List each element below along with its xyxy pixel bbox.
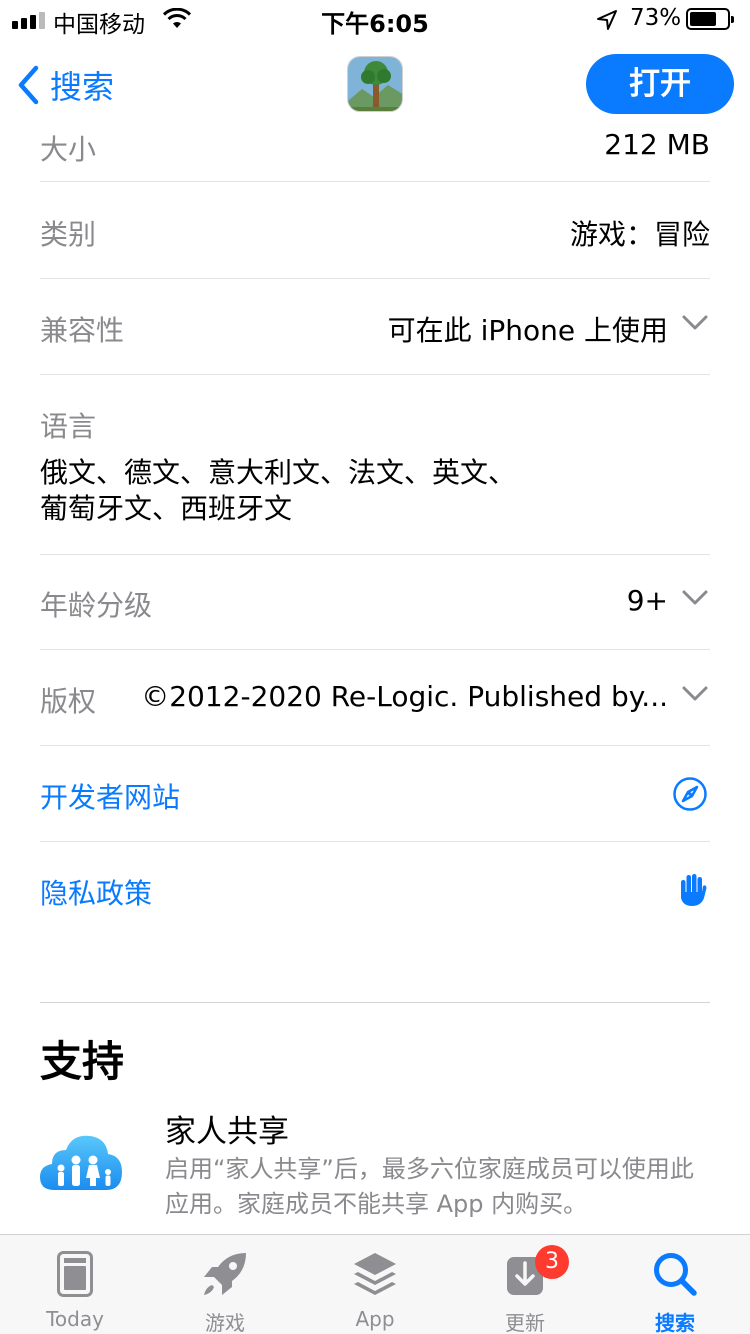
tab-label: 游戏 xyxy=(205,1311,245,1334)
tab-apps[interactable]: App xyxy=(300,1235,450,1334)
tab-label: 更新 xyxy=(505,1311,545,1334)
tab-games[interactable]: 游戏 xyxy=(150,1235,300,1334)
info-row-category: 类别 游戏：冒险 xyxy=(40,183,710,279)
info-row-compatibility[interactable]: 兼容性 可在此 iPhone 上使用 xyxy=(40,279,710,375)
today-icon xyxy=(57,1251,93,1297)
copyright-value: ©2012-2020 Re-Logic. Published by... xyxy=(141,680,668,713)
hand-icon xyxy=(681,874,707,906)
size-label: 大小 xyxy=(40,133,97,166)
languages-label: 语言 xyxy=(40,410,97,443)
info-row-copyright[interactable]: 版权 ©2012-2020 Re-Logic. Published by... xyxy=(40,650,710,746)
family-sharing-icon xyxy=(40,1135,122,1190)
size-value: 212 MB xyxy=(604,128,710,161)
info-row-size: 大小 212 MB xyxy=(40,128,710,182)
status-bar: 中国移动 下午6:05 73% xyxy=(0,0,750,40)
category-label: 类别 xyxy=(40,218,97,251)
battery-percent: 73% xyxy=(630,5,682,31)
family-sharing-item[interactable]: 家人共享 启用“家人共享”后，最多六位家庭成员可以使用此应用。家庭成员不能共享 … xyxy=(40,1100,720,1230)
layers-icon xyxy=(354,1253,396,1295)
copyright-label: 版权 xyxy=(40,685,97,718)
privacy-policy-label: 隐私政策 xyxy=(40,877,153,910)
developer-website-link[interactable]: 开发者网站 xyxy=(40,746,710,842)
tab-today[interactable]: Today xyxy=(0,1235,150,1334)
info-row-age-rating[interactable]: 年龄分级 9+ xyxy=(40,554,710,650)
updates-badge: 3 xyxy=(535,1245,569,1279)
back-button[interactable]: 搜索 xyxy=(16,62,114,108)
compatibility-value: 可在此 iPhone 上使用 xyxy=(387,314,668,347)
compatibility-label: 兼容性 xyxy=(40,314,125,347)
chevron-left-icon xyxy=(18,65,39,105)
terraria-app-icon xyxy=(347,56,403,112)
open-button[interactable]: 打开 xyxy=(586,54,734,114)
tab-bar: Today 游戏 App 3 更新 搜索 xyxy=(0,1234,750,1334)
rocket-icon xyxy=(204,1253,246,1295)
section-divider xyxy=(40,1002,710,1003)
tab-search[interactable]: 搜索 xyxy=(600,1235,750,1334)
tab-label: App xyxy=(355,1307,395,1331)
privacy-policy-link[interactable]: 隐私政策 xyxy=(40,842,710,938)
battery-icon xyxy=(686,8,734,30)
age-rating-value: 9+ xyxy=(626,584,668,617)
support-section-title: 支持 xyxy=(40,1037,125,1086)
search-icon xyxy=(654,1253,697,1296)
languages-list: 俄文、德文、意大利文、法文、英文、 葡萄牙文、西班牙文 xyxy=(40,455,516,527)
compass-icon xyxy=(673,777,707,811)
languages-line: 葡萄牙文、西班牙文 xyxy=(40,492,293,525)
navigation-bar: 搜索 打开 xyxy=(0,40,750,130)
tab-label: Today xyxy=(46,1307,104,1331)
chevron-down-icon[interactable] xyxy=(682,315,708,331)
chevron-down-icon[interactable] xyxy=(682,590,708,606)
family-sharing-description: 启用“家人共享”后，最多六位家庭成员可以使用此应用。家庭成员不能共享 App 内… xyxy=(165,1155,694,1218)
languages-line: 俄文、德文、意大利文、法文、英文、 xyxy=(40,456,517,489)
family-sharing-title: 家人共享 xyxy=(165,1114,289,1150)
tab-label: 搜索 xyxy=(655,1311,695,1334)
developer-website-label: 开发者网站 xyxy=(40,781,181,814)
chevron-down-icon[interactable] xyxy=(682,686,708,702)
back-button-label: 搜索 xyxy=(50,68,115,106)
info-row-languages: 语言 俄文、德文、意大利文、法文、英文、 葡萄牙文、西班牙文 xyxy=(40,375,710,555)
category-value: 游戏：冒险 xyxy=(569,218,710,251)
tab-updates[interactable]: 3 更新 xyxy=(450,1235,600,1334)
location-arrow-icon xyxy=(596,9,618,35)
age-rating-label: 年龄分级 xyxy=(40,589,153,622)
